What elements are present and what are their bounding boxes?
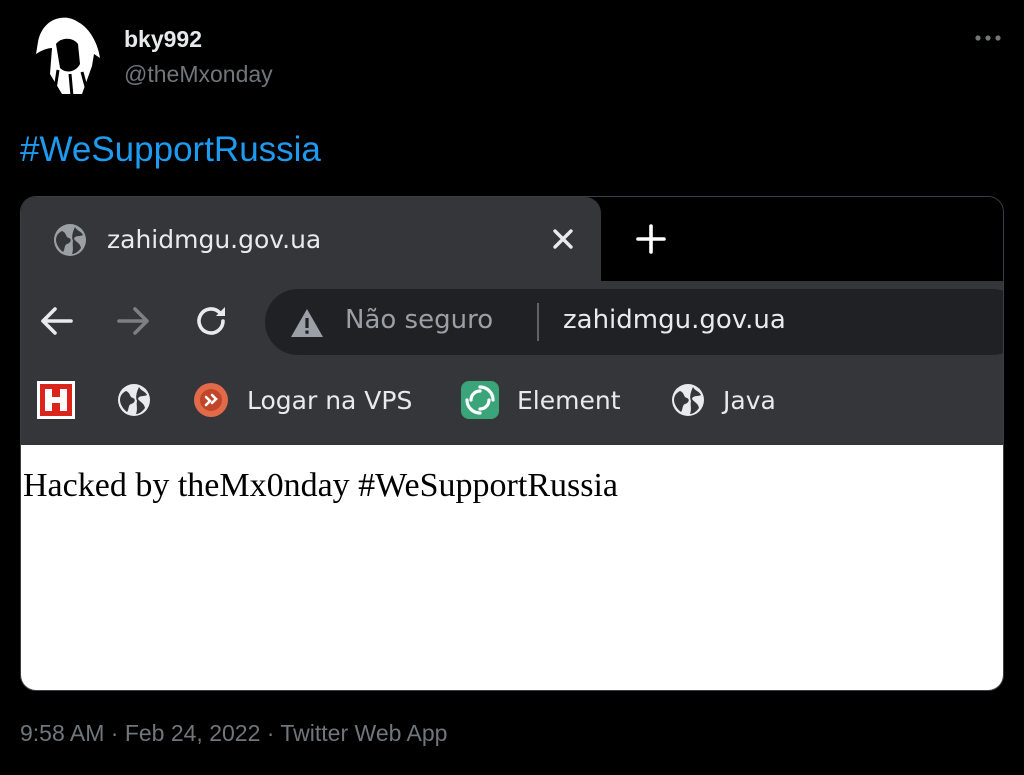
- url-text[interactable]: zahidmgu.gov.ua: [563, 305, 786, 335]
- bookmarks-bar: Logar na VPS Element Java: [21, 359, 1003, 445]
- new-tab-plus-icon[interactable]: [635, 223, 667, 255]
- browser-tabstrip: zahidmgu.gov.ua: [21, 197, 1003, 281]
- close-icon[interactable]: [549, 225, 577, 253]
- bookmark-label: Element: [517, 385, 621, 415]
- bookmark-label: Logar na VPS: [247, 385, 413, 415]
- bookmark-label: Java: [723, 385, 776, 415]
- bookmark-java[interactable]: Java: [671, 381, 776, 419]
- reload-icon[interactable]: [191, 301, 231, 341]
- page-text: Hacked by theMx0nday #WeSupportRussia: [23, 467, 618, 504]
- tweet-timestamp[interactable]: 9:58 AM · Feb 24, 2022 · Twitter Web App: [20, 720, 447, 747]
- globe-icon: [672, 384, 704, 416]
- more-options-icon[interactable]: [972, 26, 1004, 50]
- back-arrow-icon[interactable]: [37, 301, 77, 341]
- security-status-label[interactable]: Não seguro: [345, 305, 493, 335]
- browser-tab[interactable]: zahidmgu.gov.ua: [21, 197, 601, 281]
- browser-toolbar: Não seguro zahidmgu.gov.ua: [21, 281, 1003, 359]
- address-bar[interactable]: Não seguro zahidmgu.gov.ua: [265, 289, 1003, 355]
- bookmark-element[interactable]: Element: [461, 381, 621, 419]
- bookmark-globe[interactable]: [117, 381, 151, 419]
- tweet-media-image[interactable]: zahidmgu.gov.ua Não seguro zahidmgu.gov.…: [20, 196, 1004, 691]
- omnibox-divider: [537, 303, 539, 341]
- bookmark-h[interactable]: [37, 381, 75, 419]
- forward-arrow-icon[interactable]: [113, 301, 153, 341]
- avatar[interactable]: [22, 14, 106, 98]
- page-content: Hacked by theMx0nday #WeSupportRussia: [21, 445, 1003, 690]
- warning-triangle-icon[interactable]: [289, 307, 325, 339]
- remote-desktop-icon: [194, 383, 228, 417]
- globe-icon: [54, 224, 86, 256]
- bookmark-logar-na-vps[interactable]: Logar na VPS: [193, 381, 412, 419]
- element-icon: [461, 381, 499, 419]
- user-handle[interactable]: @theMxonday: [124, 61, 273, 88]
- h-logo-icon: [37, 381, 75, 419]
- globe-icon: [118, 384, 150, 416]
- display-name[interactable]: bky992: [124, 26, 202, 53]
- tweet-hashtag-link[interactable]: #WeSupportRussia: [20, 130, 321, 170]
- tab-title: zahidmgu.gov.ua: [107, 225, 322, 254]
